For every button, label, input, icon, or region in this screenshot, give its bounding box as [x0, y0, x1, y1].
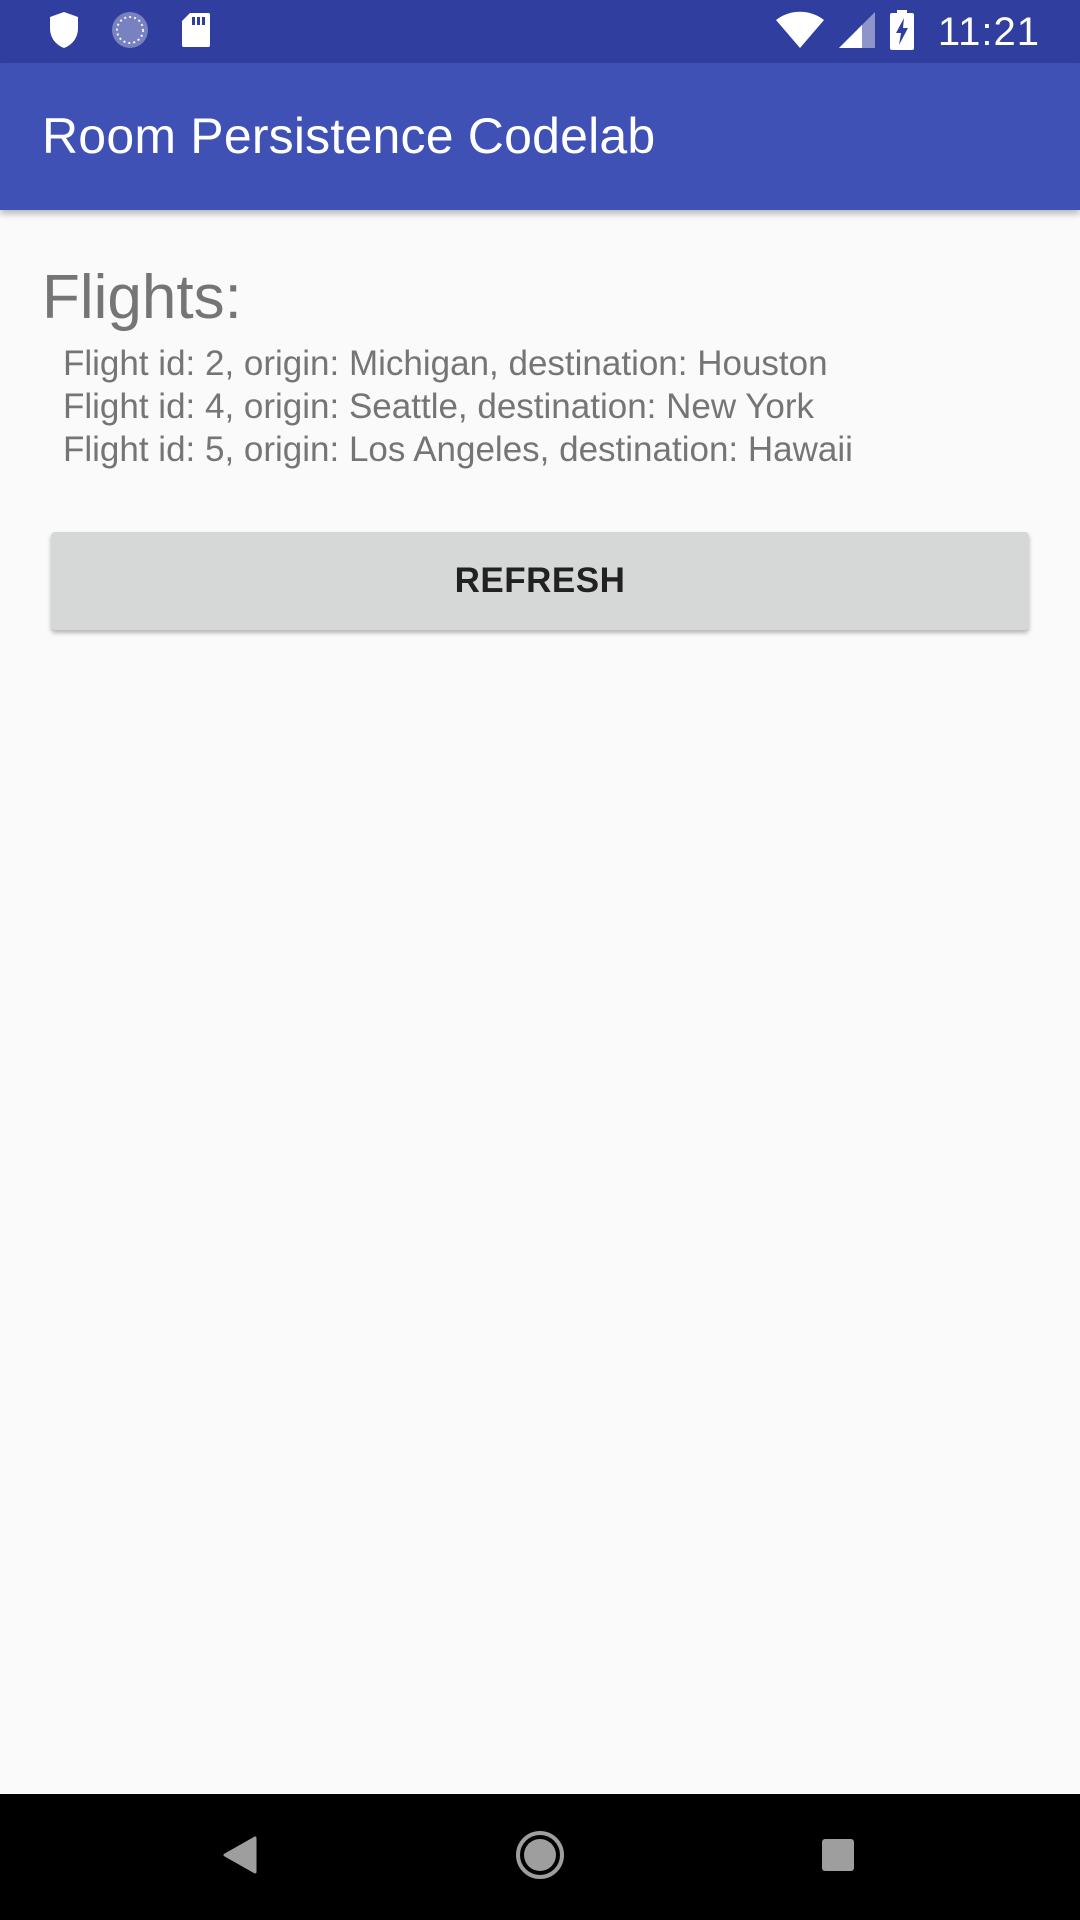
- screen: 11:21 Room Persistence Codelab Flights: …: [0, 0, 1080, 1920]
- status-right-icons: 11:21: [775, 8, 1040, 56]
- recents-icon: [820, 1837, 856, 1878]
- flight-item: Flight id: 5, origin: Los Angeles, desti…: [63, 430, 853, 469]
- flight-item: Flight id: 2, origin: Michigan, destinat…: [63, 344, 828, 383]
- back-icon: [222, 1835, 258, 1880]
- status-bar: 11:21: [0, 0, 1080, 63]
- app-title: Room Persistence Codelab: [42, 108, 656, 164]
- signal-icon: [838, 11, 876, 54]
- sd-card-icon: [180, 11, 212, 54]
- status-time: 11:21: [937, 9, 1040, 54]
- loading-icon: [110, 10, 150, 55]
- refresh-button[interactable]: REFRESH: [51, 532, 1029, 630]
- back-button[interactable]: [210, 1827, 270, 1887]
- flight-item: Flight id: 4, origin: Seattle, destinati…: [63, 387, 814, 426]
- recents-button[interactable]: [808, 1827, 868, 1887]
- shield-icon: [48, 11, 80, 54]
- app-bar: Room Persistence Codelab: [0, 63, 1080, 210]
- status-left-icons: [48, 10, 212, 54]
- wifi-icon: [775, 11, 824, 54]
- navigation-bar: [0, 1794, 1080, 1920]
- main-content: Flights: Flight id: 2, origin: Michigan,…: [0, 210, 1080, 1794]
- flight-list: Flight id: 2, origin: Michigan, destinat…: [63, 342, 853, 471]
- home-button[interactable]: [510, 1827, 570, 1887]
- home-icon: [515, 1830, 565, 1885]
- flights-heading: Flights:: [42, 263, 242, 332]
- battery-charging-icon: [889, 9, 914, 55]
